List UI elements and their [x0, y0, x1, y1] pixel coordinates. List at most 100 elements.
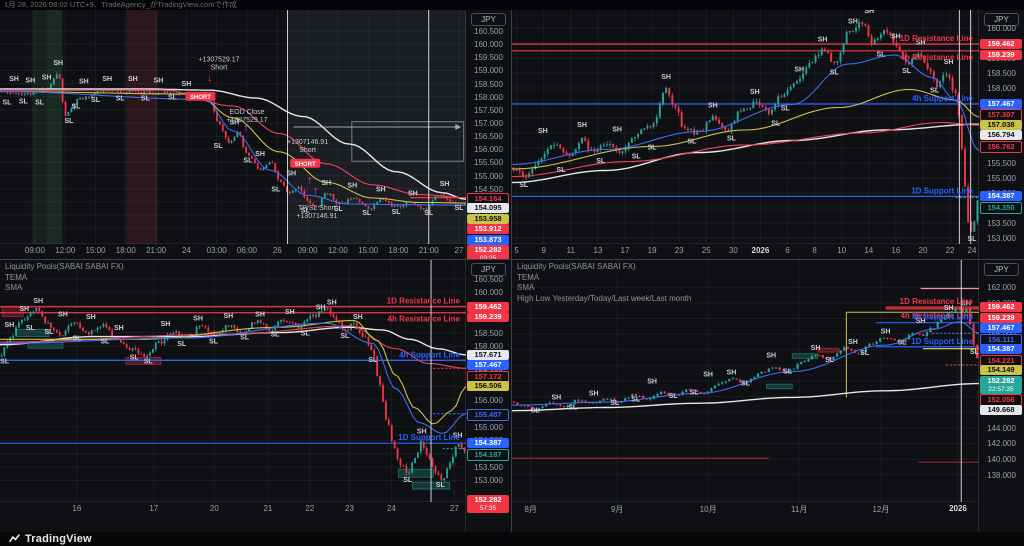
swing-high-label: SH — [255, 311, 265, 318]
price-badge: 155.487 — [467, 409, 509, 421]
price-badge: 157.467 — [980, 99, 1022, 109]
level-line-label: 1D Resistance Line — [900, 297, 974, 306]
swing-low-label: SL — [455, 205, 465, 212]
current-price-badge: 152.28222:57:35 — [980, 376, 1022, 394]
swing-low-label: SL — [214, 143, 224, 150]
swing-high-label: SH — [102, 76, 112, 83]
tradingview-logo-text[interactable]: TradingView — [25, 533, 92, 545]
candlestick-chart[interactable]: SLSHSLSHSLSHSLSLSHSLSHSLSHSLSLSHSHSLSHSH… — [512, 10, 979, 244]
price-tick-label: 157.500 — [466, 106, 511, 115]
swing-high-label: SH — [53, 60, 63, 67]
time-label: 17 — [134, 504, 174, 513]
current-price-badge: 152.28203:25 — [467, 245, 509, 260]
plot-area-bottom-left[interactable]: SHSLSHSHSLSLSHSLSHSLSHSLSLSHSLSHSLSHSLSH… — [0, 260, 466, 502]
level-line-label: 1D Support Line — [911, 337, 973, 346]
time-label: 22 — [290, 504, 330, 513]
time-axis-bottom-left[interactable]: 1617202122232427 — [0, 501, 466, 532]
level-line-label: 4h Support Line — [912, 94, 973, 103]
price-badge: 153.912 — [467, 224, 509, 234]
currency-unit-button[interactable]: JPY — [984, 263, 1019, 276]
time-axis-bottom-right[interactable]: 8月9月10月11月12月2026 — [512, 501, 979, 532]
chart-panel-top-right[interactable]: SLSHSLSHSLSHSLSLSHSLSHSLSHSLSLSHSHSLSHSH… — [512, 10, 1024, 260]
trade-annotation[interactable]: +1307529.17Short — [198, 56, 239, 71]
price-tick-label: 155.000 — [466, 172, 511, 181]
plot-area-top-left[interactable]: SHSLSHSLSHSLSHSLSHSLSHSLSHSLSHSLSHSLSLSH… — [0, 10, 466, 244]
price-tick-label: 158.500 — [466, 329, 511, 338]
chart-panel-bottom-right[interactable]: SLSHSLSHSLSLSHSLSLSHSHSLSHSLSHSLSHSLSHSL… — [512, 260, 1024, 532]
swing-high-label: SH — [128, 76, 138, 83]
swing-low-label: SL — [209, 338, 219, 345]
screenshot-attribution-bar: 1月 28, 2026 08:02 UTC+9、TradeAgency_がTra… — [0, 0, 1024, 10]
swing-high-label: SH — [589, 390, 599, 397]
price-tick-label: 155.000 — [979, 174, 1024, 183]
svg-text:SHORT: SHORT — [190, 95, 211, 101]
price-tick-label: 140.000 — [979, 455, 1024, 464]
swing-low-label: SL — [783, 369, 793, 376]
swing-low-label: SL — [968, 236, 978, 243]
candlestick-chart[interactable]: SHSLSHSLSHSLSHSLSHSLSHSLSHSLSHSLSHSLSLSH… — [0, 10, 466, 244]
swing-high-label: SH — [440, 181, 450, 188]
swing-high-label: SH — [255, 151, 265, 158]
swing-low-label: SL — [64, 118, 74, 125]
swing-low-label: SL — [596, 158, 606, 165]
swing-low-label: SL — [392, 209, 402, 216]
candlestick-chart[interactable]: SLSHSLSHSLSLSHSLSLSHSHSLSHSLSHSLSHSLSHSL… — [512, 260, 979, 502]
time-label: 9月 — [597, 504, 637, 515]
price-axis-bottom-left[interactable]: JPY153.000153.500154.000154.500155.00015… — [465, 260, 511, 532]
price-badge: 157.671 — [467, 350, 509, 360]
price-tick-label: 156.000 — [466, 396, 511, 405]
price-tick-label: 160.500 — [466, 275, 511, 284]
price-tick-label: 155.500 — [466, 158, 511, 167]
swing-high-label: SH — [79, 79, 89, 86]
swing-low-label: SL — [690, 390, 700, 397]
swing-high-label: SH — [19, 306, 29, 313]
candlestick-chart[interactable]: SHSLSHSHSLSLSHSLSHSLSHSLSLSHSLSHSLSHSLSH… — [0, 260, 466, 502]
swing-low-label: SL — [519, 182, 529, 189]
swing-low-label: SL — [240, 334, 250, 341]
time-label: 2026 — [938, 504, 978, 513]
swing-high-label: SH — [182, 81, 192, 88]
trade-arrow-icon: ↑ — [243, 122, 249, 134]
time-axis-top-right[interactable]: 5911131719232530202668101416202224 — [512, 243, 979, 259]
level-line-label: 4h Support Line — [912, 313, 973, 322]
swing-low-label: SL — [424, 210, 434, 217]
level-line-label: 1D Resistance Line — [900, 34, 974, 43]
tradingview-logo-icon[interactable] — [8, 533, 21, 546]
price-tick-label: 138.000 — [979, 471, 1024, 480]
swing-low-label: SL — [0, 359, 10, 366]
chart-panel-bottom-left[interactable]: SHSLSHSHSLSLSHSLSHSLSHSLSLSHSLSHSLSHSLSH… — [0, 260, 512, 532]
liquidity-pool-box — [792, 354, 818, 359]
swing-low-label: SL — [781, 106, 791, 113]
time-axis-top-left[interactable]: 09:0012:0015:0018:0021:002403:0006:00260… — [0, 243, 466, 259]
time-label: 10月 — [688, 504, 728, 515]
price-axis-top-right[interactable]: JPY153.000153.500154.000154.500155.00015… — [978, 10, 1024, 259]
price-badge: 159.239 — [467, 312, 509, 322]
price-badge: 154.095 — [467, 203, 509, 213]
swing-high-label: SH — [33, 298, 43, 305]
swing-low-label: SL — [71, 104, 81, 111]
trade-annotation[interactable]: TP/SL Short+1307146.91 — [296, 205, 337, 220]
liquidity-pool-box — [818, 348, 839, 352]
time-label: 23 — [330, 504, 370, 513]
price-axis-bottom-right[interactable]: JPY138.000140.000142.000144.000146.00014… — [978, 260, 1024, 532]
plot-area-bottom-right[interactable]: SLSHSLSHSLSLSHSLSLSHSHSLSHSLSHSLSHSLSHSL… — [512, 260, 979, 502]
swing-high-label: SH — [794, 67, 804, 74]
chart-panel-top-left[interactable]: SHSLSHSLSHSLSHSLSHSLSHSLSHSLSHSLSHSLSLSH… — [0, 10, 512, 260]
swing-high-label: SH — [353, 314, 363, 321]
price-tick-label: 157.000 — [466, 119, 511, 128]
price-tick-label: 153.000 — [979, 234, 1024, 243]
plot-area-top-right[interactable]: SLSHSLSHSLSHSLSLSHSLSHSLSHSLSLSHSHSLSHSH… — [512, 10, 979, 244]
swing-high-label: SH — [58, 311, 68, 318]
trade-arrow-icon: ↑ — [313, 185, 319, 197]
swing-low-label: SL — [44, 329, 54, 336]
time-label: 8月 — [512, 504, 551, 515]
swing-low-label: SL — [771, 121, 781, 128]
swing-low-label: SL — [436, 482, 446, 489]
time-label: 11月 — [779, 504, 819, 515]
moving-average-line — [512, 123, 979, 177]
swing-high-label: SH — [612, 127, 622, 134]
swing-low-label: SL — [897, 340, 907, 347]
price-axis-top-left[interactable]: JPY153.000153.500154.000154.500155.00015… — [465, 10, 511, 259]
swing-low-label: SL — [19, 98, 29, 105]
currency-unit-button[interactable]: JPY — [471, 13, 506, 26]
